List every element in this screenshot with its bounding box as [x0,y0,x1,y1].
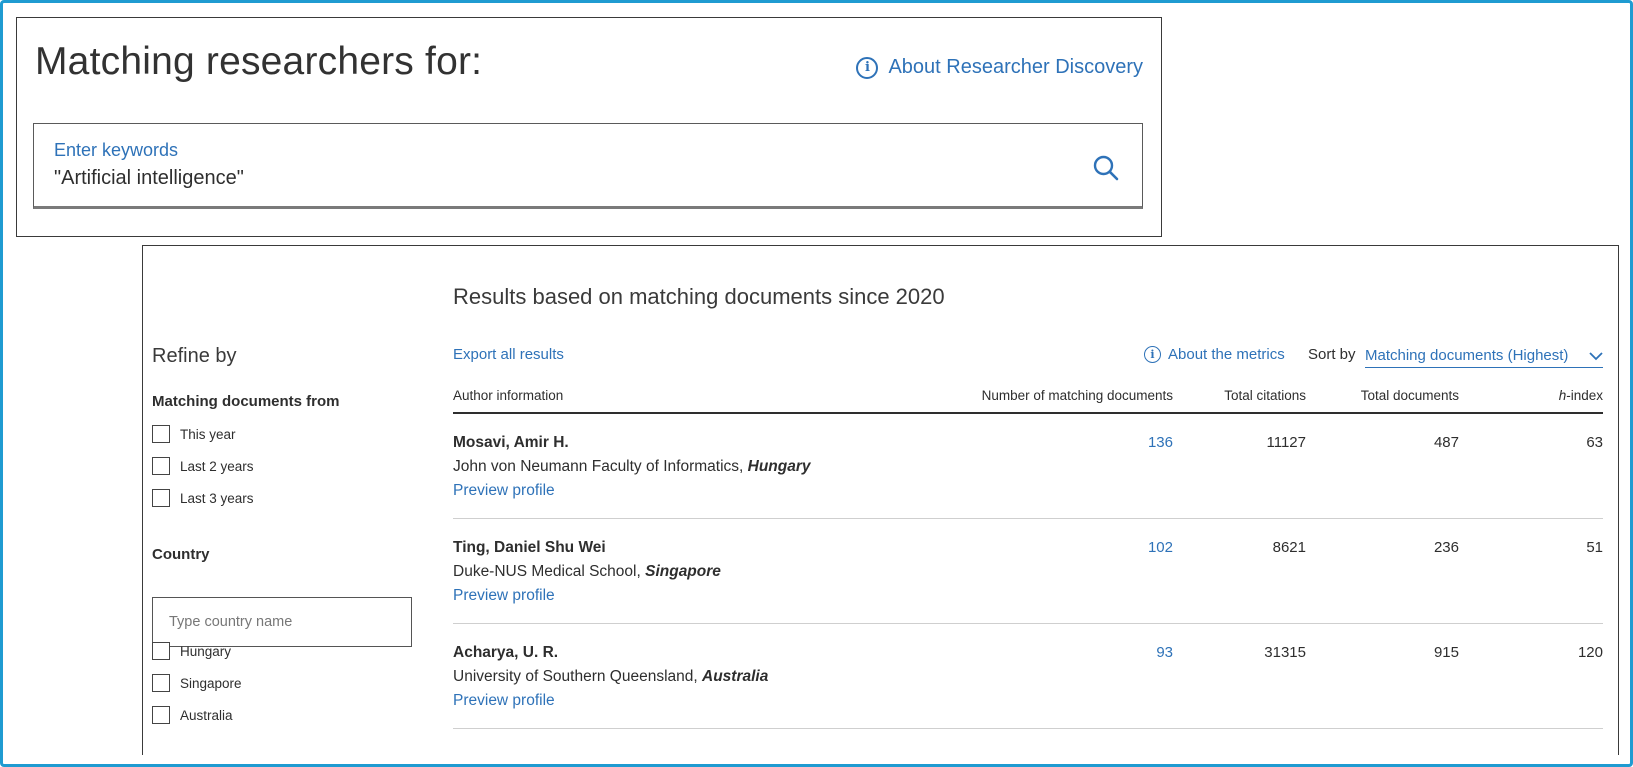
preview-profile-link[interactable]: Preview profile [453,482,555,500]
country-search-input[interactable] [152,597,412,647]
search-icon[interactable] [1092,154,1120,182]
column-header-author: Author information [453,388,564,403]
country: Hungary [747,458,811,475]
h-index: 51 [1586,539,1603,556]
column-header-total-citations[interactable]: Total citations [1186,388,1306,403]
info-icon: i [856,56,879,79]
keyword-search-box[interactable]: Enter keywords [33,123,1143,209]
total-documents: 487 [1433,434,1459,451]
filter-this-year[interactable]: This year [152,425,236,443]
export-all-results-link[interactable]: Export all results [453,346,564,363]
sort-value: Matching documents (Highest) [1365,347,1569,364]
info-icon: i [1144,346,1161,363]
metrics-link-label: About the metrics [1168,346,1285,363]
country-heading: Country [152,546,210,563]
results-panel: Refine by Matching documents from This y… [142,245,1619,755]
author-affiliation: Duke-NUS Medical School, Singapore [453,563,721,581]
filter-label: Last 2 years [180,458,254,474]
search-input[interactable] [54,167,1014,190]
filter-label: Singapore [180,675,242,691]
refine-title: Refine by [152,345,237,367]
search-label: Enter keywords [54,140,179,160]
h-index-suffix: -index [1566,388,1603,403]
author-affiliation: John von Neumann Faculty of Informatics,… [453,458,811,476]
filter-last-3-years[interactable]: Last 3 years [152,489,254,507]
page-title: Matching researchers for: [35,40,483,83]
about-researcher-discovery-link[interactable]: i About Researcher Discovery [856,56,1143,79]
chevron-down-icon [1589,351,1603,360]
h-index: 63 [1586,434,1603,451]
institution: Duke-NUS Medical School, [453,563,646,580]
institution: University of Southern Queensland, [453,668,702,685]
total-citations: 31315 [1264,644,1306,661]
author-affiliation: University of Southern Queensland, Austr… [453,668,768,686]
matching-documents-count[interactable]: 102 [1053,539,1173,556]
filter-label: Hungary [180,643,232,659]
checkbox[interactable] [152,457,170,475]
sort-dropdown[interactable]: Matching documents (Highest) [1365,344,1603,368]
total-documents: 236 [1433,539,1459,556]
total-documents: 915 [1433,644,1459,661]
checkbox[interactable] [152,489,170,507]
institution: John von Neumann Faculty of Informatics, [453,458,748,475]
about-link-label: About Researcher Discovery [888,56,1143,78]
total-citations: 11127 [1266,434,1307,451]
filter-label: Last 3 years [180,490,254,506]
author-name: Ting, Daniel Shu Wei [453,539,606,556]
search-panel: Matching researchers for: i About Resear… [16,17,1162,237]
about-the-metrics-link[interactable]: i About the metrics [1144,346,1285,363]
preview-profile-link[interactable]: Preview profile [453,692,555,710]
h-index: 120 [1577,644,1603,661]
filter-country-hungary[interactable]: Hungary [152,642,231,660]
author-name: Acharya, U. R. [453,644,559,661]
checkbox[interactable] [152,706,170,724]
total-citations: 8621 [1272,539,1306,556]
sort-label: Sort by [1308,346,1356,363]
preview-profile-link[interactable]: Preview profile [453,587,555,605]
checkbox[interactable] [152,674,170,692]
filter-last-2-years[interactable]: Last 2 years [152,457,254,475]
column-header-total-documents[interactable]: Total documents [1319,388,1459,403]
filter-country-singapore[interactable]: Singapore [152,674,242,692]
table-row: Ting, Daniel Shu Wei Duke-NUS Medical Sc… [453,519,1603,624]
table-row: Mosavi, Amir H. John von Neumann Faculty… [453,414,1603,519]
matching-documents-count[interactable]: 136 [1053,434,1173,451]
checkbox[interactable] [152,425,170,443]
filter-label: This year [180,426,236,442]
column-header-h-index[interactable]: h-index [1483,388,1603,403]
table-row: Acharya, U. R. University of Southern Qu… [453,624,1603,729]
matching-documents-heading: Matching documents from [152,393,340,410]
filter-label: Australia [180,707,233,723]
checkbox[interactable] [152,642,170,660]
results-heading: Results based on matching documents sinc… [453,284,945,309]
filter-country-australia[interactable]: Australia [152,706,233,724]
country: Australia [702,668,769,685]
column-header-matching-documents[interactable]: Number of matching documents [923,388,1173,403]
author-name: Mosavi, Amir H. [453,434,569,451]
country: Singapore [645,563,721,580]
matching-documents-count[interactable]: 93 [1053,644,1173,661]
